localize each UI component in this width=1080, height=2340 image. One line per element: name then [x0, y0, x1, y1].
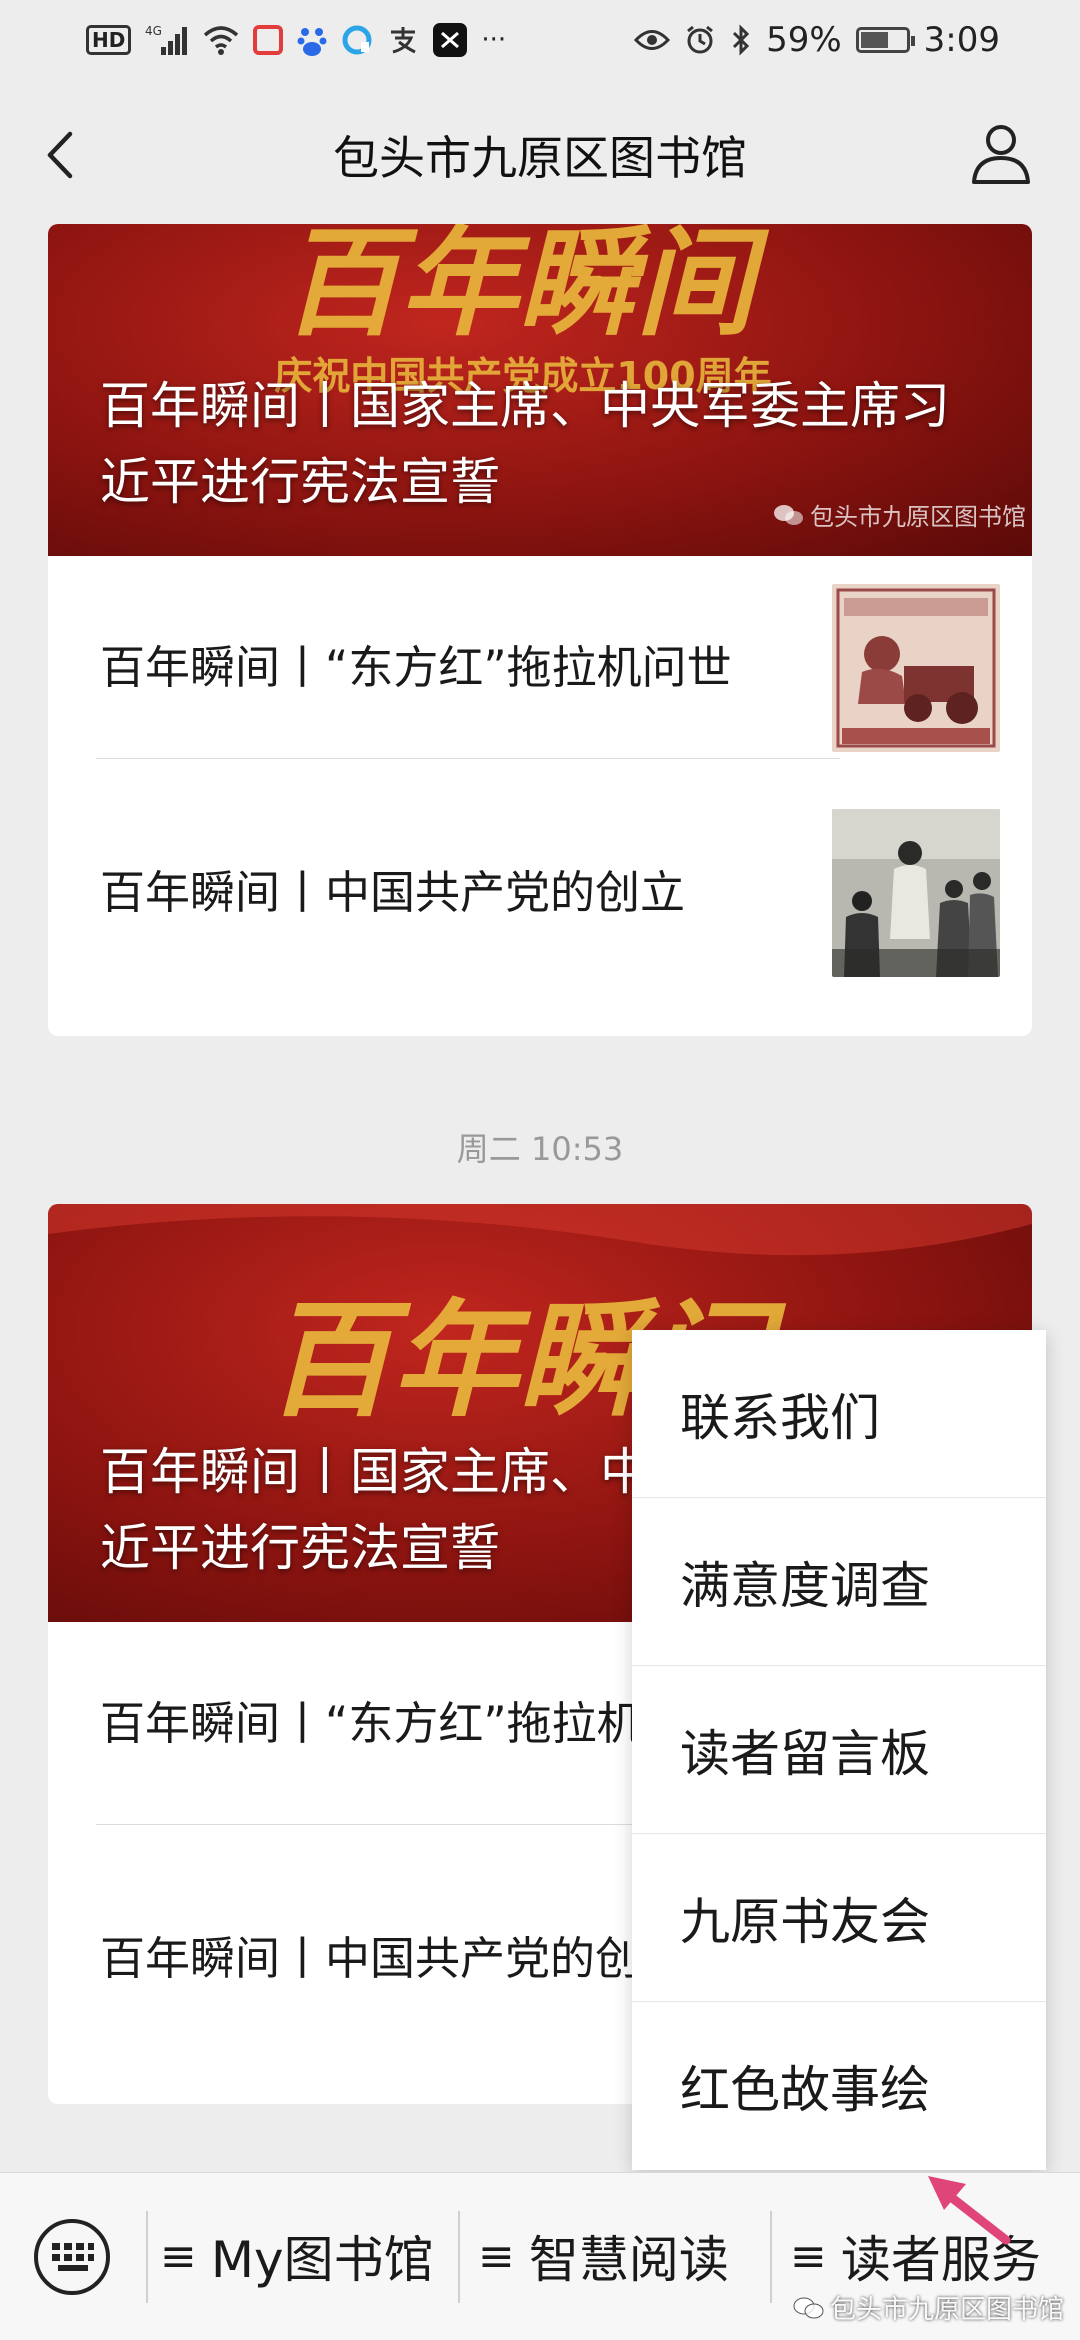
- wechat-icon: [774, 504, 803, 525]
- pointer-arrow-icon: [928, 2176, 1011, 2245]
- bottom-menu-bar: ≡ My图书馆 ≡ 智慧阅读 ≡ 读者服务 包头市九原区图书馆: [0, 2172, 1080, 2340]
- menu-label: My图书馆: [210, 2231, 434, 2289]
- eye-icon: [634, 23, 671, 57]
- wifi-icon: [203, 23, 239, 57]
- menu-label: 智慧阅读: [528, 2231, 729, 2289]
- status-bar: HD 4G ··· 59% 3:09: [0, 0, 1080, 80]
- browser-icon: [341, 23, 373, 57]
- menu-divider: [458, 2211, 460, 2303]
- status-right: 59% 3:09: [634, 20, 1000, 60]
- user-profile-icon[interactable]: [966, 118, 1036, 188]
- alarm-icon: [684, 23, 716, 57]
- capcut-icon: [433, 23, 468, 57]
- menu-item-red-stories[interactable]: 红色故事绘: [632, 2002, 1046, 2170]
- footer-watermark-text: 包头市九原区图书馆: [829, 2295, 1064, 2325]
- menu-item-book-club[interactable]: 九原书友会: [632, 1834, 1046, 2002]
- list-divider: [96, 758, 840, 759]
- banknote-tractor-thumbnail: [832, 584, 1000, 752]
- status-left: HD 4G ···: [86, 23, 506, 57]
- hamburger-icon: ≡: [160, 2230, 197, 2282]
- banner-article[interactable]: 百年瞬间 庆祝中国共产党成立100周年 百年瞬间丨国家主席、中央军委主席习近平进…: [48, 224, 1032, 556]
- message-timestamp: 周二 10:53: [456, 1130, 624, 1168]
- menu-item-reader-message-board[interactable]: 读者留言板: [632, 1666, 1046, 1834]
- battery-fill: [860, 32, 888, 48]
- list-item[interactable]: 百年瞬间丨“东方红”拖拉机问世: [100, 578, 1000, 758]
- alipay-icon: [387, 23, 419, 57]
- list-item-title: 百年瞬间丨“东方红”拖拉机问世: [100, 641, 732, 694]
- battery-icon: [855, 27, 915, 53]
- signal-icon: 4G: [145, 23, 189, 57]
- banner-watermark-text: 包头市九原区图书馆: [810, 503, 1026, 531]
- keyboard-icon[interactable]: [32, 2217, 112, 2297]
- baidu-icon: [297, 23, 327, 57]
- bluetooth-icon: [730, 23, 752, 57]
- menu-item-contact-us[interactable]: 联系我们: [632, 1330, 1046, 1498]
- battery-percent: 59%: [766, 20, 842, 60]
- wechat-icon: [793, 2297, 824, 2318]
- menu-divider: [770, 2211, 772, 2303]
- hd-icon: HD: [86, 25, 132, 55]
- list-item[interactable]: 百年瞬间丨中国共产党的创立: [100, 768, 1000, 1018]
- page-title: 包头市九原区图书馆: [333, 131, 747, 185]
- reader-service-submenu: 联系我们 满意度调查 读者留言板 九原书友会 红色故事绘: [632, 1330, 1046, 2170]
- more-icon: ···: [481, 25, 507, 55]
- banner-watermark: 包头市九原区图书馆: [772, 497, 1026, 532]
- list-item-title: 百年瞬间丨中国共产党的创立: [100, 866, 686, 919]
- status-time: 3:09: [923, 20, 1000, 60]
- app-red-icon: [253, 25, 284, 55]
- menu-smart-reading[interactable]: ≡ 智慧阅读: [478, 2213, 729, 2299]
- menu-my-library[interactable]: ≡ My图书馆: [160, 2213, 434, 2299]
- hamburger-icon: ≡: [478, 2230, 515, 2282]
- hamburger-icon: ≡: [790, 2230, 827, 2282]
- network-label: 4G: [145, 24, 162, 38]
- footer-watermark: 包头市九原区图书馆: [792, 2289, 1064, 2326]
- menu-item-satisfaction-survey[interactable]: 满意度调查: [632, 1498, 1046, 1666]
- nav-bar: 包头市九原区图书馆: [0, 100, 1080, 210]
- menu-divider: [146, 2211, 148, 2303]
- founding-meeting-thumbnail: [832, 809, 1000, 977]
- banner-art-text: 百年瞬间: [282, 224, 770, 352]
- article-card: 百年瞬间 庆祝中国共产党成立100周年 百年瞬间丨国家主席、中央军委主席习近平进…: [48, 224, 1032, 1036]
- back-chevron-icon[interactable]: [36, 122, 96, 188]
